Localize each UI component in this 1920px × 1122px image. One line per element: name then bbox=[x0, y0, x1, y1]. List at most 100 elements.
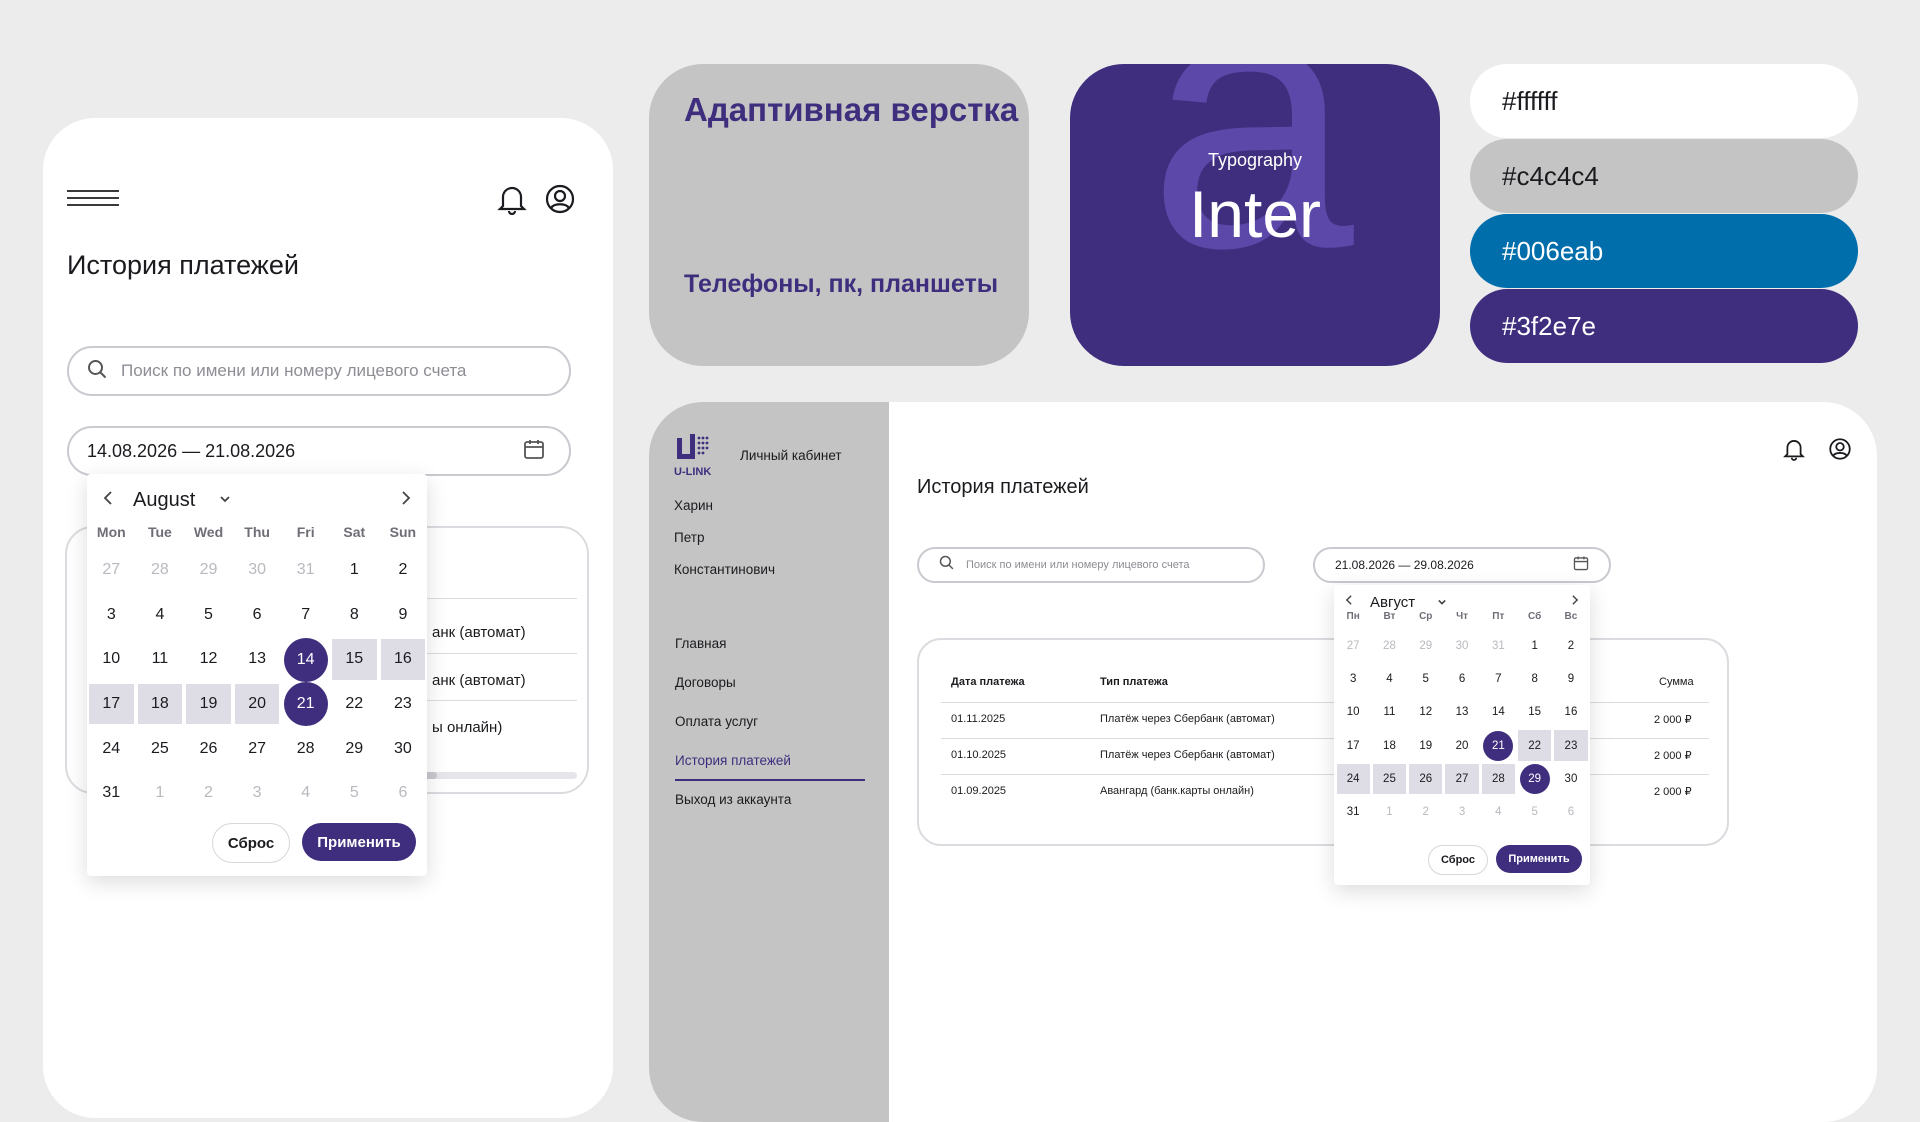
calendar-day[interactable]: 5 bbox=[1409, 664, 1442, 694]
sidebar-item-payment[interactable]: Оплата услуг bbox=[675, 714, 758, 729]
apply-button[interactable]: Применить bbox=[1496, 845, 1582, 873]
next-month-icon[interactable] bbox=[1570, 593, 1580, 611]
calendar-day[interactable]: 18 bbox=[137, 683, 183, 725]
calendar-day[interactable]: 26 bbox=[1409, 763, 1443, 794]
calendar-icon[interactable] bbox=[1573, 555, 1589, 576]
calendar-day[interactable]: 2 bbox=[381, 550, 426, 591]
calendar-day-outside[interactable]: 27 bbox=[1337, 631, 1370, 661]
calendar-day[interactable]: 11 bbox=[1373, 697, 1406, 727]
calendar-day[interactable]: 29 bbox=[332, 728, 377, 769]
reset-button[interactable]: Сброс bbox=[1428, 845, 1488, 875]
calendar-day-outside[interactable]: 3 bbox=[1445, 797, 1478, 827]
search-input[interactable]: Поиск по имени или номеру лицевого счета bbox=[67, 346, 571, 396]
hamburger-menu-icon[interactable] bbox=[67, 190, 119, 212]
calendar-day[interactable]: 15 bbox=[332, 639, 377, 680]
calendar-day-outside[interactable]: 2 bbox=[1409, 797, 1442, 827]
calendar-day[interactable]: 4 bbox=[1373, 664, 1406, 694]
calendar-day[interactable]: 24 bbox=[89, 728, 134, 769]
date-range-input[interactable]: 14.08.2026 — 21.08.2026 bbox=[67, 426, 571, 476]
calendar-day[interactable]: 14 bbox=[283, 637, 328, 682]
calendar-day-outside[interactable]: 4 bbox=[283, 773, 328, 814]
apply-button[interactable]: Применить bbox=[302, 823, 416, 861]
calendar-day[interactable]: 25 bbox=[138, 728, 183, 769]
calendar-day[interactable]: 18 bbox=[1373, 730, 1406, 760]
calendar-day[interactable]: 25 bbox=[1372, 763, 1407, 794]
table-row[interactable]: анк (автомат) bbox=[432, 624, 526, 641]
calendar-day-outside[interactable]: 28 bbox=[1373, 631, 1406, 661]
calendar-day[interactable]: 12 bbox=[1409, 697, 1442, 727]
calendar-day[interactable]: 23 bbox=[381, 684, 426, 725]
calendar-day-outside[interactable]: 27 bbox=[89, 550, 134, 591]
calendar-day[interactable]: 30 bbox=[1554, 764, 1587, 794]
calendar-day[interactable]: 27 bbox=[1445, 763, 1479, 794]
calendar-day[interactable]: 21 bbox=[1483, 730, 1514, 761]
user-profile-icon[interactable] bbox=[1827, 436, 1853, 462]
calendar-day-outside[interactable]: 4 bbox=[1482, 797, 1515, 827]
calendar-day-outside[interactable]: 30 bbox=[235, 550, 280, 591]
calendar-day[interactable]: 3 bbox=[89, 595, 134, 636]
sidebar-item-home[interactable]: Главная bbox=[675, 636, 726, 651]
calendar-day[interactable]: 1 bbox=[332, 550, 377, 591]
calendar-day-outside[interactable]: 5 bbox=[332, 773, 377, 814]
calendar-day[interactable]: 17 bbox=[89, 683, 134, 725]
next-month-icon[interactable] bbox=[399, 490, 413, 511]
calendar-day[interactable]: 19 bbox=[1409, 730, 1442, 760]
calendar-day-outside[interactable]: 2 bbox=[186, 773, 231, 814]
user-profile-icon[interactable] bbox=[543, 182, 577, 216]
calendar-day-outside[interactable]: 1 bbox=[1373, 797, 1406, 827]
calendar-day[interactable]: 8 bbox=[1518, 664, 1551, 694]
sidebar-item-payment-history[interactable]: История платежей bbox=[675, 753, 791, 768]
calendar-day[interactable]: 8 bbox=[332, 595, 377, 636]
calendar-day-outside[interactable]: 30 bbox=[1445, 631, 1478, 661]
calendar-day-outside[interactable]: 6 bbox=[381, 773, 426, 814]
calendar-day-outside[interactable]: 6 bbox=[1554, 797, 1587, 827]
calendar-day[interactable]: 28 bbox=[1481, 763, 1515, 794]
calendar-day[interactable]: 9 bbox=[381, 595, 426, 636]
calendar-day-outside[interactable]: 1 bbox=[138, 773, 183, 814]
calendar-day[interactable]: 16 bbox=[1554, 697, 1587, 727]
table-row[interactable]: ы онлайн) bbox=[432, 719, 502, 736]
calendar-day-outside[interactable]: 29 bbox=[1409, 631, 1442, 661]
calendar-day[interactable]: 7 bbox=[283, 595, 328, 636]
calendar-day[interactable]: 26 bbox=[186, 728, 231, 769]
calendar-day[interactable]: 13 bbox=[1445, 697, 1478, 727]
calendar-icon[interactable] bbox=[523, 438, 545, 465]
calendar-day[interactable]: 20 bbox=[1445, 730, 1478, 760]
date-range-input[interactable]: 21.08.2026 — 29.08.2026 bbox=[1313, 547, 1611, 583]
calendar-day[interactable]: 23 bbox=[1554, 730, 1588, 761]
calendar-day[interactable]: 31 bbox=[89, 773, 134, 814]
calendar-day[interactable]: 1 bbox=[1518, 631, 1551, 661]
calendar-day[interactable]: 27 bbox=[235, 728, 280, 769]
calendar-day[interactable]: 10 bbox=[89, 639, 134, 680]
calendar-day-outside[interactable]: 3 bbox=[235, 773, 280, 814]
sidebar-item-logout[interactable]: Выход из аккаунта bbox=[675, 792, 791, 807]
calendar-day[interactable]: 28 bbox=[283, 728, 328, 769]
calendar-day[interactable]: 16 bbox=[380, 639, 426, 680]
calendar-day[interactable]: 31 bbox=[1337, 797, 1370, 827]
calendar-day[interactable]: 15 bbox=[1518, 697, 1551, 727]
calendar-day[interactable]: 6 bbox=[235, 595, 280, 636]
bell-icon[interactable] bbox=[1781, 436, 1807, 462]
calendar-day-outside[interactable]: 31 bbox=[283, 550, 328, 591]
month-dropdown-chevron-icon[interactable] bbox=[219, 491, 231, 509]
calendar-day[interactable]: 29 bbox=[1519, 763, 1550, 794]
prev-month-icon[interactable] bbox=[101, 490, 115, 511]
calendar-day[interactable]: 19 bbox=[186, 683, 231, 725]
calendar-day[interactable]: 30 bbox=[381, 728, 426, 769]
calendar-day[interactable]: 2 bbox=[1554, 631, 1587, 661]
sidebar-item-contracts[interactable]: Договоры bbox=[675, 675, 736, 690]
calendar-day[interactable]: 7 bbox=[1482, 664, 1515, 694]
search-input[interactable]: Поиск по имени или номеру лицевого счета bbox=[917, 547, 1265, 583]
reset-button[interactable]: Сброс bbox=[212, 823, 290, 863]
calendar-day[interactable]: 5 bbox=[186, 595, 231, 636]
calendar-day-outside[interactable]: 5 bbox=[1518, 797, 1551, 827]
calendar-day[interactable]: 3 bbox=[1337, 664, 1370, 694]
calendar-day[interactable]: 13 bbox=[235, 639, 280, 680]
calendar-day[interactable]: 4 bbox=[138, 595, 183, 636]
calendar-day[interactable]: 24 bbox=[1336, 763, 1370, 794]
bell-icon[interactable] bbox=[495, 182, 529, 216]
calendar-day[interactable]: 22 bbox=[332, 684, 377, 725]
calendar-day-outside[interactable]: 29 bbox=[186, 550, 231, 591]
month-dropdown-chevron-icon[interactable] bbox=[1437, 593, 1447, 611]
calendar-day[interactable]: 12 bbox=[186, 639, 231, 680]
